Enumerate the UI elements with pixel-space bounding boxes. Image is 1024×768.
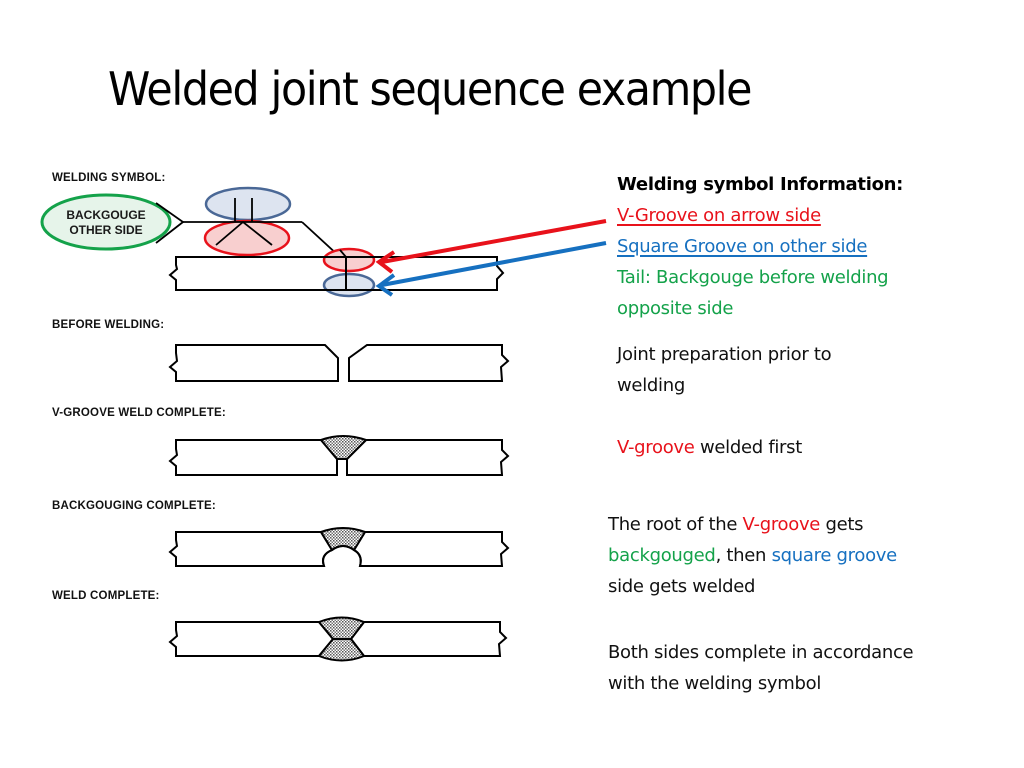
label-backgouging-complete: BACKGOUGING COMPLETE: <box>52 500 216 512</box>
plate-vgroove-right <box>346 439 510 476</box>
step-prep-line1: Joint preparation prior to <box>617 344 832 365</box>
red-arrow-line <box>381 219 607 264</box>
step-backgouge-text: The root of the V-groove gets backgouged… <box>608 509 897 602</box>
plate-vgroove-left <box>168 439 338 476</box>
weld-bead-vgroove <box>319 435 368 460</box>
plate-final-right <box>349 621 508 657</box>
weld-bead-final-top <box>317 616 366 640</box>
plate-final-left <box>168 621 335 657</box>
plate-before-right <box>348 344 510 382</box>
plate-backgouge-left <box>168 531 334 567</box>
step-vgroove-text: V-groove welded first <box>617 432 802 463</box>
root-text-c: , then <box>715 545 772 566</box>
plate-backgouge-right <box>352 531 510 567</box>
root-square-keyword: square groove <box>771 545 898 566</box>
tail-highlight-ellipse <box>40 193 172 251</box>
root-text-b: gets <box>820 514 864 535</box>
plate-before-left <box>168 344 339 382</box>
final-line2: with the welding symbol <box>608 673 822 694</box>
label-v-groove-complete: V-GROOVE WELD COMPLETE: <box>52 407 226 419</box>
label-weld-complete: WELD COMPLETE: <box>52 590 160 602</box>
tail-info-line1: Tail: Backgouge before welding <box>617 267 889 288</box>
step-vgroove-keyword: V-groove <box>617 437 695 458</box>
step-final-text: Both sides complete in accordance with t… <box>608 637 914 699</box>
weld-bead-final-bottom <box>317 638 366 662</box>
root-text-a: The root of the <box>608 514 743 535</box>
root-text-line3: side gets welded <box>608 576 756 597</box>
root-backgouged-keyword: backgouged <box>608 545 716 566</box>
tail-text-line1: BACKGOUGE <box>66 208 145 222</box>
step-prep-text: Joint preparation prior to welding <box>617 339 832 401</box>
other-side-info: Square Groove on other side <box>617 236 868 257</box>
blue-arrow-line <box>381 241 607 287</box>
label-welding-symbol: WELDING SYMBOL: <box>52 172 166 184</box>
step-prep-line2: welding <box>617 375 685 396</box>
other-side-joint-ellipse <box>322 272 376 298</box>
root-vgroove-keyword: V-groove <box>742 514 821 535</box>
symbol-info-block: Welding symbol Information: V-Groove on … <box>617 169 903 324</box>
step-vgroove-rest: welded first <box>694 437 802 458</box>
label-before-welding: BEFORE WELDING: <box>52 319 164 331</box>
symbol-info-heading: Welding symbol Information: <box>617 174 904 195</box>
tail-info-line2: opposite side <box>617 298 734 319</box>
other-side-highlight-ellipse <box>204 186 292 222</box>
arrow-side-info: V-Groove on arrow side <box>617 205 821 226</box>
tail-text-line2: OTHER SIDE <box>69 223 142 237</box>
final-line1: Both sides complete in accordance <box>608 642 914 663</box>
arrow-side-joint-ellipse <box>322 247 376 273</box>
